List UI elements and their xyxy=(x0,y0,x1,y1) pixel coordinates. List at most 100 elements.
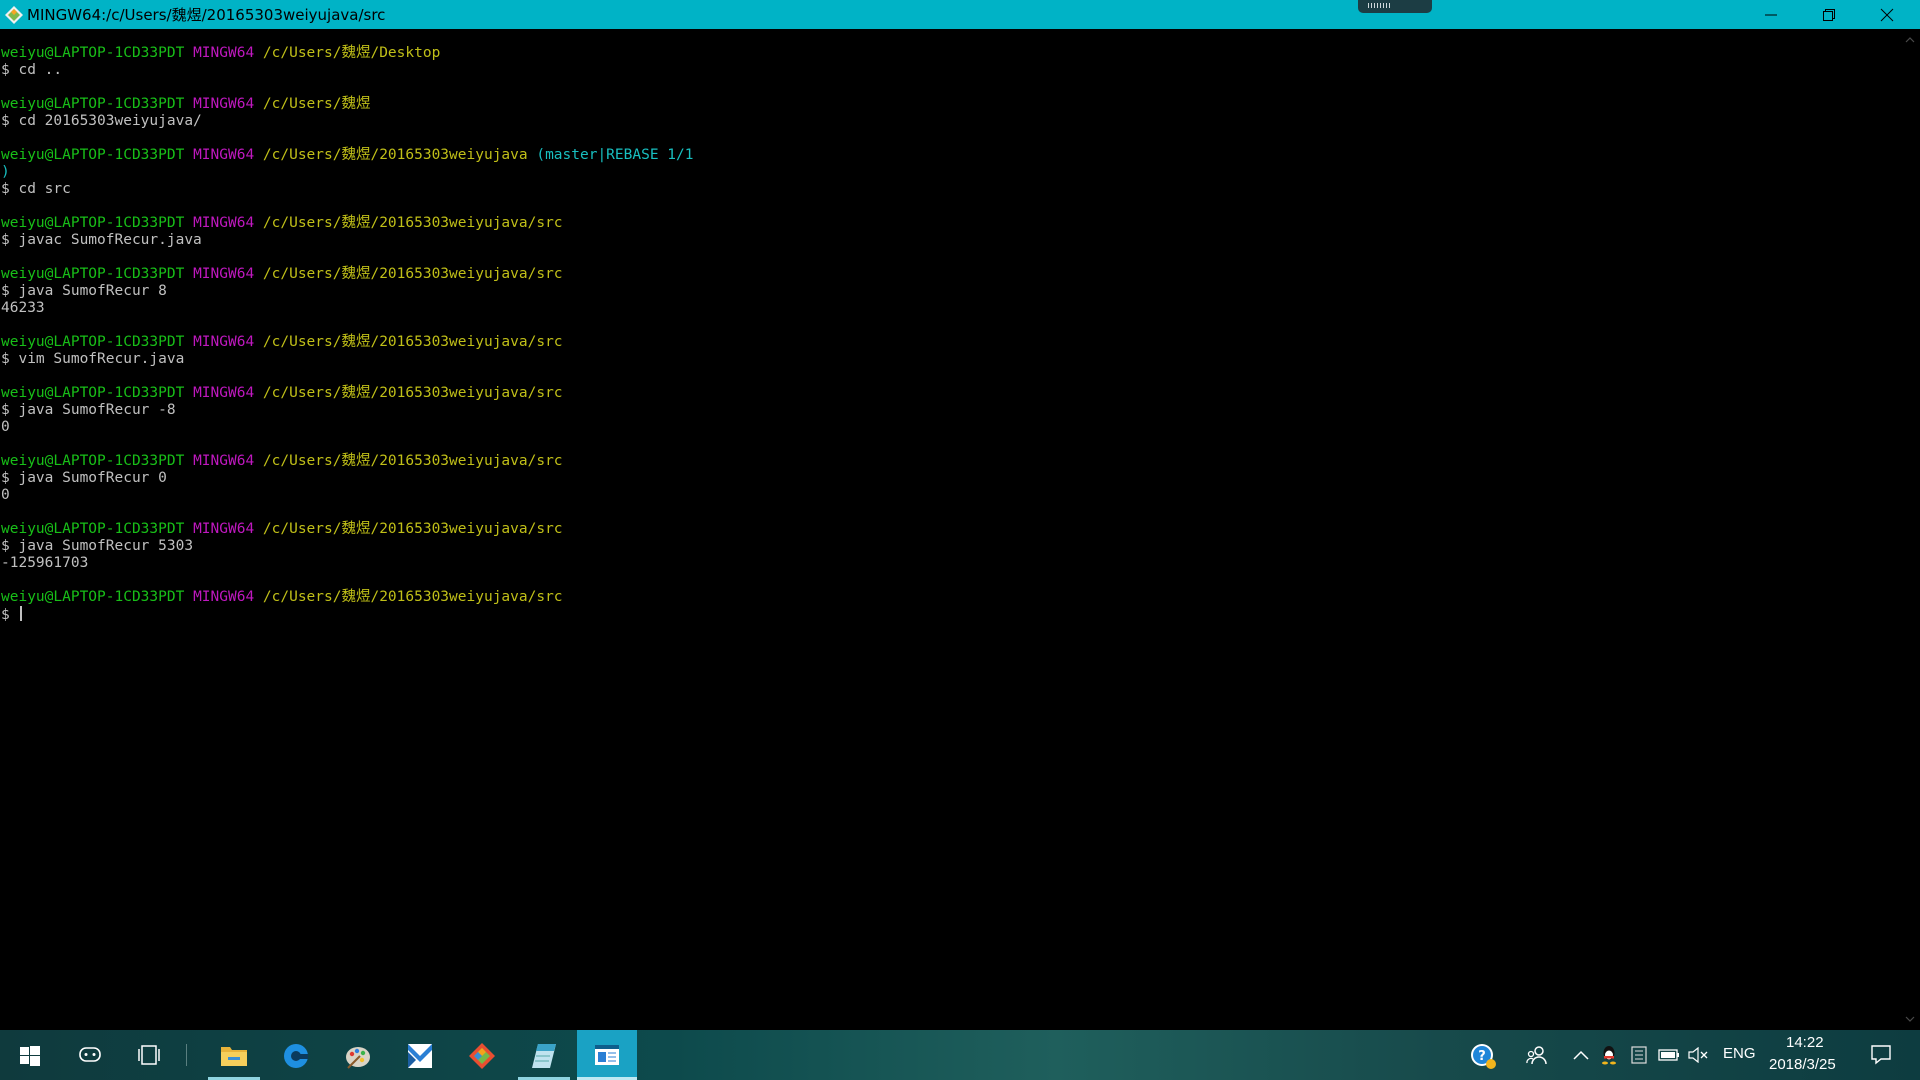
terminal-line: ) xyxy=(1,164,693,181)
notepad-button[interactable] xyxy=(518,1030,570,1080)
terminal-line: weiyu@LAPTOP-1CD33PDT MINGW64 /c/Users/魏… xyxy=(1,521,693,538)
file-explorer-button[interactable] xyxy=(208,1030,260,1080)
prompt-msystem: MINGW64 xyxy=(193,521,255,537)
command-text: $ vim SumofRecur.java xyxy=(1,351,185,367)
prompt-msystem: MINGW64 xyxy=(193,266,255,282)
git-gui-icon xyxy=(469,1043,495,1069)
prompt-path: /c/Users/魏煜/20165303weiyujava/src xyxy=(262,215,563,231)
qq-tray-button[interactable] xyxy=(1598,1030,1620,1080)
input-method-tray-button[interactable] xyxy=(1628,1030,1650,1080)
notepad-icon xyxy=(532,1044,556,1068)
clock-date: 2018/3/25 xyxy=(1769,1056,1836,1073)
input-method-icon xyxy=(1631,1046,1647,1064)
prompt-path: /c/Users/魏煜/20165303weiyujava/src xyxy=(262,521,563,537)
prompt-path: /c/Users/魏煜/20165303weiyujava/src xyxy=(262,589,563,605)
terminal-area[interactable]: weiyu@LAPTOP-1CD33PDT MINGW64 /c/Users/魏… xyxy=(0,29,1900,1030)
window-title-bar[interactable]: MINGW64:/c/Users/魏煜/20165303weiyujava/sr… xyxy=(0,0,1920,29)
start-button[interactable] xyxy=(0,1030,58,1080)
terminal-line: 46233 xyxy=(1,300,693,317)
remote-session-handle[interactable] xyxy=(1358,0,1432,13)
taskbar-separator xyxy=(186,1044,187,1066)
terminal-line: -125961703 xyxy=(1,555,693,572)
volume-muted-icon xyxy=(1688,1047,1708,1063)
command-output: 46233 xyxy=(1,300,45,316)
restore-icon xyxy=(1823,9,1835,21)
qq-icon xyxy=(1602,1046,1616,1065)
command-output: -125961703 xyxy=(1,555,89,571)
prompt-msystem: MINGW64 xyxy=(193,147,255,163)
command-text: $ javac SumofRecur.java xyxy=(1,232,202,248)
battery-icon xyxy=(1658,1049,1679,1061)
terminal-line: weiyu@LAPTOP-1CD33PDT MINGW64 /c/Users/魏… xyxy=(1,334,693,351)
prompt-msystem: MINGW64 xyxy=(193,45,255,61)
minimize-button[interactable] xyxy=(1742,0,1800,29)
close-button[interactable] xyxy=(1858,0,1916,29)
prompt-path: /c/Users/魏煜 xyxy=(262,96,371,112)
prompt-git-branch: (master|REBASE 1/1 xyxy=(536,147,694,163)
clock[interactable]: 14:22 2018/3/25 xyxy=(1764,1030,1848,1080)
command-output: 0 xyxy=(1,487,10,503)
git-bash-taskbar-icon xyxy=(595,1045,619,1065)
prompt-msystem: MINGW64 xyxy=(193,589,255,605)
help-button[interactable]: ? xyxy=(1466,1030,1500,1080)
scroll-up-icon[interactable] xyxy=(1905,35,1915,45)
action-center-icon xyxy=(1871,1045,1891,1065)
mail-button[interactable] xyxy=(394,1030,446,1080)
language-indicator[interactable]: ENG xyxy=(1716,1030,1760,1080)
prompt-msystem: MINGW64 xyxy=(193,385,255,401)
terminal-line: weiyu@LAPTOP-1CD33PDT MINGW64 /c/Users/魏… xyxy=(1,96,693,113)
cortana-icon xyxy=(79,1047,101,1062)
terminal-line: $ java SumofRecur -8 xyxy=(1,402,693,419)
svg-text:?: ? xyxy=(1478,1049,1486,1064)
battery-tray-button[interactable] xyxy=(1656,1030,1682,1080)
people-icon xyxy=(1526,1046,1547,1065)
terminal-line: $ java SumofRecur 5303 xyxy=(1,538,693,555)
prompt-user-host: weiyu@LAPTOP-1CD33PDT xyxy=(1,589,185,605)
language-label: ENG xyxy=(1723,1045,1756,1062)
mail-icon xyxy=(408,1044,432,1068)
restore-button[interactable] xyxy=(1800,0,1858,29)
file-explorer-icon xyxy=(221,1047,247,1066)
git-bash-icon xyxy=(5,6,23,24)
prompt-user-host: weiyu@LAPTOP-1CD33PDT xyxy=(1,266,185,282)
terminal-line: $ java SumofRecur 0 xyxy=(1,470,693,487)
prompt-path: /c/Users/魏煜/20165303weiyujava/src xyxy=(262,385,563,401)
prompt-msystem: MINGW64 xyxy=(193,453,255,469)
command-text: $ cd 20165303weiyujava/ xyxy=(1,113,202,129)
edge-icon xyxy=(284,1044,308,1068)
git-bash-taskbar-button[interactable] xyxy=(577,1030,637,1080)
terminal-line: weiyu@LAPTOP-1CD33PDT MINGW64 /c/Users/魏… xyxy=(1,45,693,62)
scroll-down-icon[interactable] xyxy=(1905,1014,1915,1024)
terminal-line: $ xyxy=(1,606,693,623)
task-view-button[interactable] xyxy=(122,1030,176,1080)
terminal-line: $ java SumofRecur 8 xyxy=(1,283,693,300)
edge-button[interactable] xyxy=(270,1030,322,1080)
terminal-line: $ cd 20165303weiyujava/ xyxy=(1,113,693,130)
terminal-line: $ cd src xyxy=(1,181,693,198)
volume-tray-button[interactable] xyxy=(1686,1030,1710,1080)
cortana-button[interactable] xyxy=(62,1030,116,1080)
prompt-user-host: weiyu@LAPTOP-1CD33PDT xyxy=(1,96,185,112)
people-button[interactable] xyxy=(1520,1030,1552,1080)
paint-button[interactable] xyxy=(332,1030,384,1080)
taskbar: ? ENG 14:22 2018/3/25 xyxy=(0,1030,1920,1080)
minimize-icon xyxy=(1765,14,1777,16)
terminal-line: weiyu@LAPTOP-1CD33PDT MINGW64 /c/Users/魏… xyxy=(1,589,693,606)
show-hidden-icons-button[interactable] xyxy=(1570,1030,1592,1080)
prompt-user-host: weiyu@LAPTOP-1CD33PDT xyxy=(1,147,185,163)
terminal-scrollbar[interactable] xyxy=(1900,29,1920,1030)
command-text: $ java SumofRecur 5303 xyxy=(1,538,194,554)
action-center-button[interactable] xyxy=(1858,1030,1904,1080)
git-gui-button[interactable] xyxy=(456,1030,508,1080)
prompt-path: /c/Users/魏煜/20165303weiyujava/src xyxy=(262,453,563,469)
help-icon: ? xyxy=(1471,1044,1496,1069)
terminal-line: weiyu@LAPTOP-1CD33PDT MINGW64 /c/Users/魏… xyxy=(1,147,693,164)
prompt-path: /c/Users/魏煜/20165303weiyujava xyxy=(262,147,528,163)
